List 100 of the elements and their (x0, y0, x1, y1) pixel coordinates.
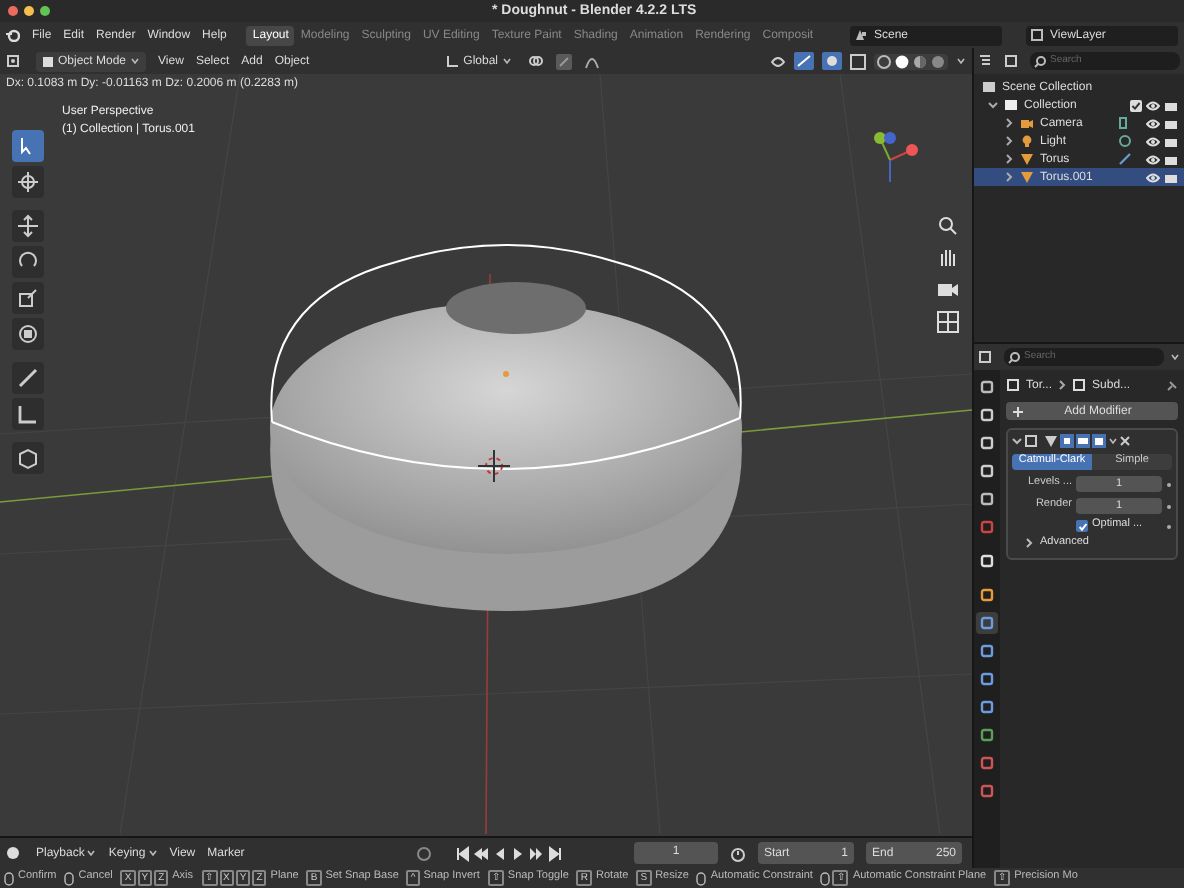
physics-tab-icon (980, 672, 994, 686)
constraints-tab[interactable] (976, 696, 998, 718)
texture-tab[interactable] (976, 780, 998, 802)
render-tab-icon (980, 408, 994, 422)
camera-data-icon[interactable] (1118, 116, 1132, 130)
material-tab[interactable] (976, 752, 998, 774)
tool-select-button[interactable] (12, 130, 44, 162)
mouse-icon (820, 871, 831, 885)
pivot-icon[interactable] (528, 54, 544, 68)
scene-collection-icon (982, 80, 996, 94)
eye-icon[interactable] (1146, 153, 1160, 165)
checkbox-icon[interactable] (1130, 99, 1142, 111)
view-tab[interactable] (976, 460, 998, 482)
tool-cube-button[interactable] (12, 442, 44, 474)
axes-icon (445, 54, 460, 68)
xray-icon[interactable] (850, 53, 866, 69)
object-tab[interactable] (976, 584, 998, 606)
dropdown-caret-icon (502, 56, 512, 66)
close-icon[interactable] (1120, 436, 1130, 446)
pin-icon[interactable] (1166, 379, 1178, 391)
keyframe-dot-icon[interactable] (1166, 481, 1172, 487)
stopwatch-icon[interactable] (730, 845, 746, 861)
light-data-icon[interactable] (1118, 134, 1132, 148)
mouse-icon (4, 871, 14, 885)
modifier-tab[interactable] (976, 612, 998, 634)
world-tab-icon (980, 520, 994, 534)
dropdown-caret-icon (86, 848, 97, 858)
shading-mode-group[interactable] (874, 53, 948, 69)
tool-move-button[interactable] (12, 210, 44, 242)
tool-cursor-button[interactable] (12, 166, 44, 198)
output-tab[interactable] (976, 432, 998, 454)
editor-type-icon[interactable] (6, 54, 24, 68)
tool-annotate-button[interactable] (12, 362, 44, 394)
jump-start-icon[interactable] (456, 845, 473, 861)
search-icon (1008, 351, 1020, 363)
eye-icon[interactable] (1146, 135, 1160, 147)
blender-logo-icon[interactable] (6, 28, 20, 42)
gizmo-toggle-icon[interactable] (794, 52, 814, 70)
previous-keyframe-icon[interactable] (474, 845, 491, 861)
data-tab[interactable] (976, 724, 998, 746)
cage-toggle-icon[interactable] (1060, 434, 1074, 448)
next-keyframe-icon[interactable] (528, 845, 545, 861)
scale-tool-icon (16, 286, 40, 310)
object-tab-icon (980, 588, 994, 602)
scene-icon (854, 28, 868, 42)
dropdown-caret-icon (147, 848, 158, 858)
dropdown-caret-icon (130, 56, 141, 66)
render-toggle-icon[interactable] (1092, 434, 1106, 448)
material-shading-icon[interactable] (912, 53, 928, 69)
tool-measure-button[interactable] (12, 398, 44, 430)
render-tab[interactable] (976, 404, 998, 426)
solid-shading-icon[interactable] (894, 53, 910, 69)
modifier-tab-icon (980, 616, 994, 630)
scene-tab[interactable] (976, 488, 998, 510)
light-icon (1020, 134, 1034, 148)
keyframe-dot-icon[interactable] (1166, 523, 1172, 529)
annotate-tool-icon (16, 366, 40, 390)
tool-transform-button[interactable] (12, 318, 44, 350)
collection-tab-icon (980, 554, 994, 568)
mesh-data-icon[interactable] (1118, 152, 1132, 166)
visibility-icon[interactable] (770, 53, 786, 69)
tool-scale-button[interactable] (12, 282, 44, 314)
overlays-toggle-icon[interactable] (822, 52, 842, 70)
camera-icon[interactable] (936, 278, 960, 302)
constraints-tab-icon (980, 700, 994, 714)
dropdown-caret-icon (956, 56, 966, 66)
particles-tab[interactable] (976, 640, 998, 662)
world-tab[interactable] (976, 516, 998, 538)
material-tab-icon (980, 756, 994, 770)
eye-icon[interactable] (1146, 99, 1160, 111)
modifier-icon (1072, 378, 1087, 392)
hand-icon[interactable] (936, 246, 960, 270)
subdivision-icon (1024, 434, 1038, 448)
grid-icon[interactable] (936, 310, 960, 334)
proportional-edit-icon[interactable] (584, 53, 600, 69)
layers-icon (1030, 28, 1044, 42)
tool-tab[interactable] (976, 376, 998, 398)
jump-end-icon[interactable] (546, 845, 563, 861)
texture-tab-icon (980, 784, 994, 798)
play-icon[interactable] (510, 845, 527, 861)
checkmark-icon (1077, 521, 1087, 531)
record-icon[interactable] (416, 845, 433, 861)
particles-tab-icon (980, 644, 994, 658)
eye-icon[interactable] (1146, 171, 1160, 183)
optimal-checkbox[interactable] (1076, 520, 1088, 532)
keyframe-dot-icon[interactable] (1166, 503, 1172, 509)
rendered-shading-icon[interactable] (930, 53, 946, 69)
chevron-right-icon (1058, 380, 1067, 390)
tool-rotate-button[interactable] (12, 246, 44, 278)
eye-icon[interactable] (1146, 117, 1160, 129)
collection-tab[interactable] (976, 550, 998, 572)
wireframe-shading-icon[interactable] (876, 53, 892, 69)
timeline-editor-icon[interactable] (6, 846, 24, 860)
cursor-tool-icon (16, 170, 40, 194)
3d-cursor-icon (478, 450, 510, 482)
play-reverse-icon[interactable] (492, 845, 509, 861)
viewport-toggle-icon[interactable] (1076, 434, 1090, 448)
physics-tab[interactable] (976, 668, 998, 690)
zoom-icon[interactable] (936, 214, 960, 238)
edit-mode-toggle-icon[interactable] (1044, 434, 1058, 448)
